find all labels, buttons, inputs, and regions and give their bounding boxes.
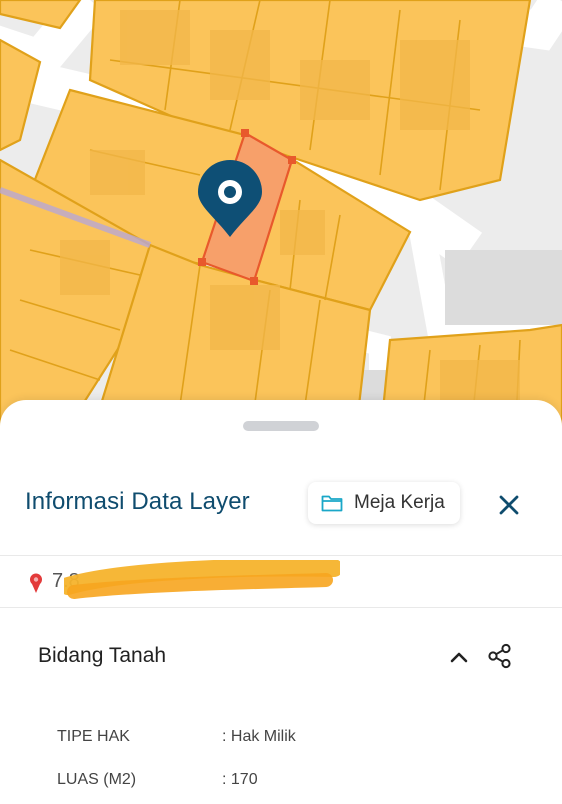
meja-kerja-button[interactable]: Meja Kerja: [308, 482, 460, 524]
divider: [0, 555, 562, 556]
property-value: : Hak Milik: [222, 728, 296, 745]
map-view[interactable]: [0, 0, 562, 440]
property-label: LUAS (M2): [57, 771, 137, 788]
property-value: : 170: [222, 771, 258, 788]
redaction-highlight: [64, 560, 340, 599]
share-icon[interactable]: [486, 642, 514, 670]
coordinate-row: 7.8: [0, 557, 562, 607]
section-title: Bidang Tanah: [38, 644, 167, 667]
folder-icon: [321, 495, 343, 512]
meja-kerja-label: Meja Kerja: [354, 492, 445, 513]
close-icon[interactable]: [494, 490, 524, 520]
info-bottom-sheet: Informasi Data Layer Meja Kerja 7.8 Bida…: [0, 400, 562, 804]
divider: [0, 607, 562, 608]
location-pin-icon: [30, 573, 42, 593]
sheet-title: Informasi Data Layer: [25, 488, 250, 515]
chevron-up-icon[interactable]: [446, 644, 472, 670]
property-label: TIPE HAK: [57, 728, 130, 745]
drag-handle[interactable]: [243, 421, 319, 431]
